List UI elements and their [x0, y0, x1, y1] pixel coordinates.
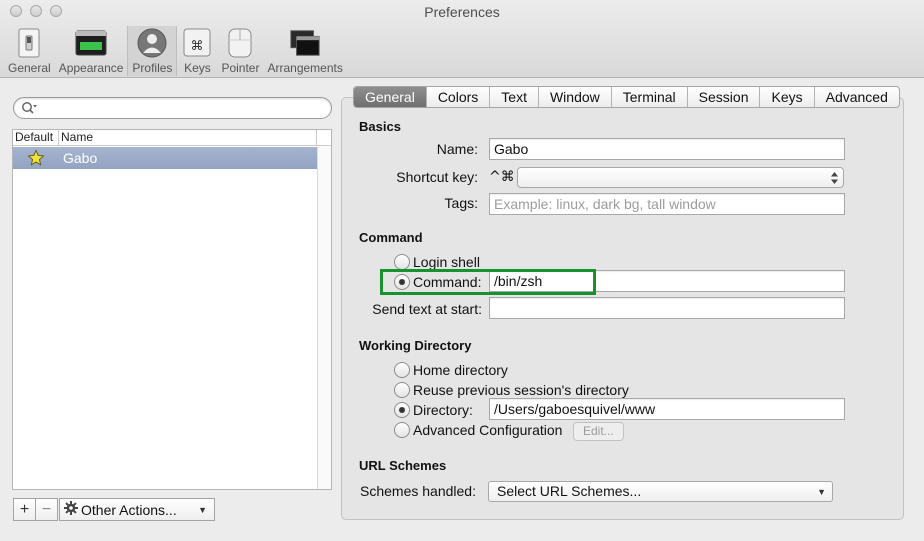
toolbar-profiles[interactable]: Profiles	[127, 26, 178, 76]
shortcut-modifier-keys: ^⌘	[489, 169, 515, 185]
reuse-directory-label: Reuse previous session's directory	[413, 382, 629, 398]
toolbar-keys-label: Keys	[184, 61, 211, 75]
working-directory-section-title: Working Directory	[359, 338, 472, 353]
tags-label: Tags:	[444, 195, 478, 211]
reuse-directory-radio[interactable]	[394, 382, 410, 398]
tab-session[interactable]: Session	[688, 87, 761, 107]
preferences-window: Preferences General Appearance Profiles	[0, 0, 924, 541]
schemes-handled-label: Schemes handled:	[360, 483, 476, 499]
url-schemes-value: Select URL Schemes...	[497, 483, 642, 499]
toolbar-pointer-label: Pointer	[221, 61, 260, 75]
profiles-table-header: Default Name	[13, 130, 331, 146]
tab-general[interactable]: General	[354, 87, 427, 107]
command-label: Command:	[413, 274, 482, 290]
directory-field[interactable]: /Users/gaboesquivel/www	[489, 398, 845, 420]
dropdown-triangle-icon: ▼	[198, 505, 207, 515]
toolbar-profiles-label: Profiles	[132, 61, 173, 75]
toolbar-general-label: General	[8, 61, 51, 75]
toolbar-arrangements[interactable]: Arrangements	[263, 26, 346, 76]
keys-command-icon: ⌘	[181, 28, 213, 58]
default-star-icon[interactable]	[13, 149, 59, 167]
other-actions-label: Other Actions...	[81, 501, 177, 518]
tab-keys[interactable]: Keys	[760, 87, 815, 107]
home-directory-radio[interactable]	[394, 362, 410, 378]
profile-name-cell: Gabo	[63, 150, 98, 166]
send-text-label: Send text at start:	[372, 301, 482, 317]
shortcut-key-popup[interactable]	[517, 167, 844, 188]
profiles-table: Default Name Gabo	[12, 129, 332, 490]
search-icon	[21, 101, 37, 118]
other-actions-menu[interactable]: Other Actions... ▼	[59, 498, 215, 521]
title-bar: Preferences General Appearance Profiles	[0, 0, 924, 78]
tab-colors[interactable]: Colors	[427, 87, 491, 107]
pointer-mouse-icon	[224, 28, 256, 58]
profiles-scrollbar[interactable]	[317, 147, 331, 489]
tab-window[interactable]: Window	[539, 87, 612, 107]
column-header-name[interactable]: Name	[59, 130, 317, 145]
dropdown-triangle-icon: ▼	[817, 487, 826, 497]
directory-label: Directory:	[413, 402, 473, 418]
profile-search-field[interactable]	[13, 97, 332, 119]
profiles-person-icon	[136, 28, 168, 58]
profile-name-field[interactable]: Gabo	[489, 138, 845, 160]
advanced-config-radio[interactable]	[394, 422, 410, 438]
tab-advanced[interactable]: Advanced	[815, 87, 899, 107]
basics-section-title: Basics	[359, 119, 401, 134]
profile-settings-tabs: General Colors Text Window Terminal Sess…	[353, 86, 900, 108]
login-shell-label: Login shell	[413, 254, 480, 270]
edit-advanced-button[interactable]: Edit...	[573, 422, 624, 441]
command-radio[interactable]	[394, 274, 410, 290]
shortcut-key-label: Shortcut key:	[396, 169, 478, 185]
toolbar-keys[interactable]: ⌘ Keys	[177, 26, 217, 76]
column-header-default[interactable]: Default	[13, 130, 59, 145]
svg-text:⌘: ⌘	[191, 39, 204, 54]
appearance-icon	[75, 28, 107, 58]
tab-terminal[interactable]: Terminal	[612, 87, 688, 107]
command-field[interactable]: /bin/zsh	[489, 270, 845, 292]
url-schemes-popup[interactable]: Select URL Schemes... ▼	[488, 481, 833, 502]
profile-row-selected[interactable]: Gabo	[13, 147, 317, 169]
toolbar-arrangements-label: Arrangements	[267, 61, 343, 75]
tags-field[interactable]: Example: linux, dark bg, tall window	[489, 193, 845, 215]
updown-arrows-icon	[831, 172, 838, 184]
toolbar-general[interactable]: General	[4, 26, 55, 76]
preferences-toolbar: General Appearance Profiles ⌘ Keys Point…	[4, 26, 347, 76]
remove-profile-button[interactable]: −	[35, 498, 58, 521]
profiles-bottom-bar: + − Other Actions... ▼	[13, 498, 215, 521]
arrangements-windows-icon	[289, 28, 321, 58]
url-schemes-section-title: URL Schemes	[359, 458, 447, 473]
toolbar-appearance[interactable]: Appearance	[55, 26, 128, 76]
command-section-title: Command	[359, 230, 423, 245]
home-directory-label: Home directory	[413, 362, 508, 378]
window-title: Preferences	[424, 4, 500, 20]
gear-icon	[64, 501, 78, 518]
toolbar-appearance-label: Appearance	[58, 61, 124, 75]
directory-radio[interactable]	[394, 402, 410, 418]
login-shell-radio[interactable]	[394, 254, 410, 270]
send-text-field[interactable]	[489, 297, 845, 319]
name-label: Name:	[436, 141, 478, 157]
general-switch-icon	[13, 28, 45, 58]
add-profile-button[interactable]: +	[13, 498, 36, 521]
tab-text[interactable]: Text	[490, 87, 539, 107]
advanced-config-label: Advanced Configuration	[413, 422, 563, 438]
toolbar-pointer[interactable]: Pointer	[217, 26, 263, 76]
